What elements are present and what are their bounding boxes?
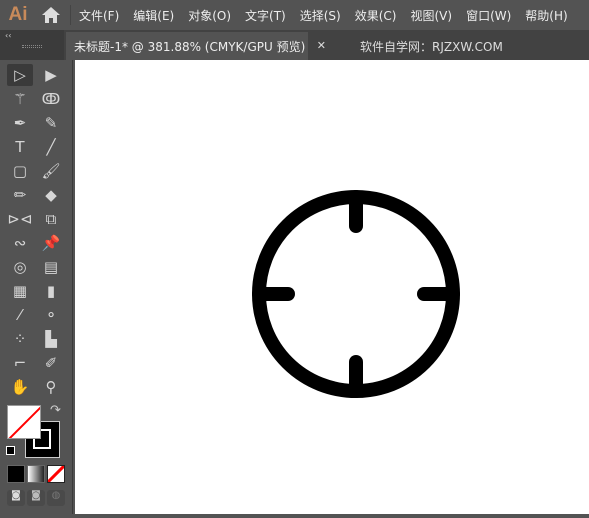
symbol-sprayer-tool[interactable]: ⁘ [7, 328, 33, 350]
shaper-tool[interactable]: ✏ [7, 184, 33, 206]
default-colors-icon[interactable] [6, 446, 15, 455]
artboard-tool[interactable]: ⌐ [7, 352, 33, 374]
swap-icon[interactable]: ↷ [50, 403, 61, 418]
line-tool[interactable]: ╱ [38, 136, 64, 158]
menu-bar: Ai 文件(F) 编辑(E) 对象(O) 文字(T) 选择(S) 效果(C) 视… [0, 0, 589, 30]
fill-swatch-front[interactable] [7, 405, 41, 439]
home-icon[interactable] [36, 0, 66, 30]
hand-tool[interactable]: ✋ [7, 376, 33, 398]
blend-tool[interactable]: ⚬ [38, 304, 64, 326]
menu-select[interactable]: 选择(S) [300, 7, 341, 24]
document-tab-bar: ‹‹ 未标题-1* @ 381.88% (CMYK/GPU 预览) ✕ 软件自学… [0, 30, 589, 60]
collapse-icon[interactable]: ‹‹ [5, 31, 11, 40]
menu-effect[interactable]: 效果(C) [355, 7, 397, 24]
artwork [252, 190, 460, 398]
lasso-tool[interactable]: ↂ [38, 88, 64, 110]
tab-document[interactable]: 未标题-1* @ 381.88% (CMYK/GPU 预览) ✕ [66, 32, 326, 60]
slice-tool[interactable]: ✐ [38, 352, 64, 374]
magic-wand-tool[interactable]: ⚚ [7, 88, 33, 110]
pen-tool[interactable]: ✒ [7, 112, 33, 134]
tab-label: 软件自学网：RJZXW.COM [360, 39, 503, 54]
paintbrush-tool[interactable]: 🖌 [38, 160, 64, 182]
eraser-tool[interactable]: ◆ [38, 184, 64, 206]
selection-tool[interactable]: ▷ [7, 64, 33, 86]
menu-edit[interactable]: 编辑(E) [133, 7, 174, 24]
menu-window[interactable]: 窗口(W) [466, 7, 511, 24]
reflect-tool[interactable]: ⊳⊲ [7, 208, 33, 230]
tab-label: 未标题-1* @ 381.88% (CMYK/GPU 预览) [74, 39, 306, 54]
none-button[interactable] [46, 464, 66, 484]
draw-behind-icon[interactable]: ◙ [27, 490, 45, 506]
puppet-warp-tool[interactable]: 📌 [38, 232, 64, 254]
menu-object[interactable]: 对象(O) [188, 7, 231, 24]
tab-second[interactable]: 软件自学网：RJZXW.COM [360, 32, 503, 60]
direct-selection-tool[interactable]: ▶ [38, 64, 64, 86]
curvature-tool[interactable]: ✎ [38, 112, 64, 134]
grip-handle[interactable] [22, 45, 42, 48]
rectangle-tool[interactable]: ▢ [7, 160, 33, 182]
type-tool[interactable]: T [7, 136, 33, 158]
menu-view[interactable]: 视图(V) [410, 7, 452, 24]
menu-help[interactable]: 帮助(H) [525, 7, 567, 24]
eyedropper-tool[interactable]: ⁄ [7, 304, 33, 326]
draw-inside-icon[interactable]: ◍ [47, 490, 65, 506]
app-logo: Ai [8, 4, 28, 25]
gradient-tool[interactable]: ▮ [38, 280, 64, 302]
gradient-button[interactable] [27, 465, 45, 483]
warp-tool[interactable]: ∾ [7, 232, 33, 254]
menu-type[interactable]: 文字(T) [245, 7, 286, 24]
draw-normal-icon[interactable]: ◙ [7, 490, 25, 506]
scale-tool[interactable]: ⧉ [38, 208, 64, 230]
menu-file[interactable]: 文件(F) [79, 7, 119, 24]
tools-panel-header[interactable]: ‹‹ [0, 30, 64, 60]
mesh-tool[interactable]: ▦ [7, 280, 33, 302]
close-icon[interactable]: ✕ [317, 39, 326, 52]
zoom-tool[interactable]: ⚲ [38, 376, 64, 398]
divider [70, 5, 71, 25]
shape-builder-tool[interactable]: ◎ [7, 256, 33, 278]
artboard-canvas[interactable] [75, 60, 589, 514]
perspective-grid-tool[interactable]: ▤ [38, 256, 64, 278]
column-graph-tool[interactable]: ▙ [38, 328, 64, 350]
color-button[interactable] [7, 465, 25, 483]
